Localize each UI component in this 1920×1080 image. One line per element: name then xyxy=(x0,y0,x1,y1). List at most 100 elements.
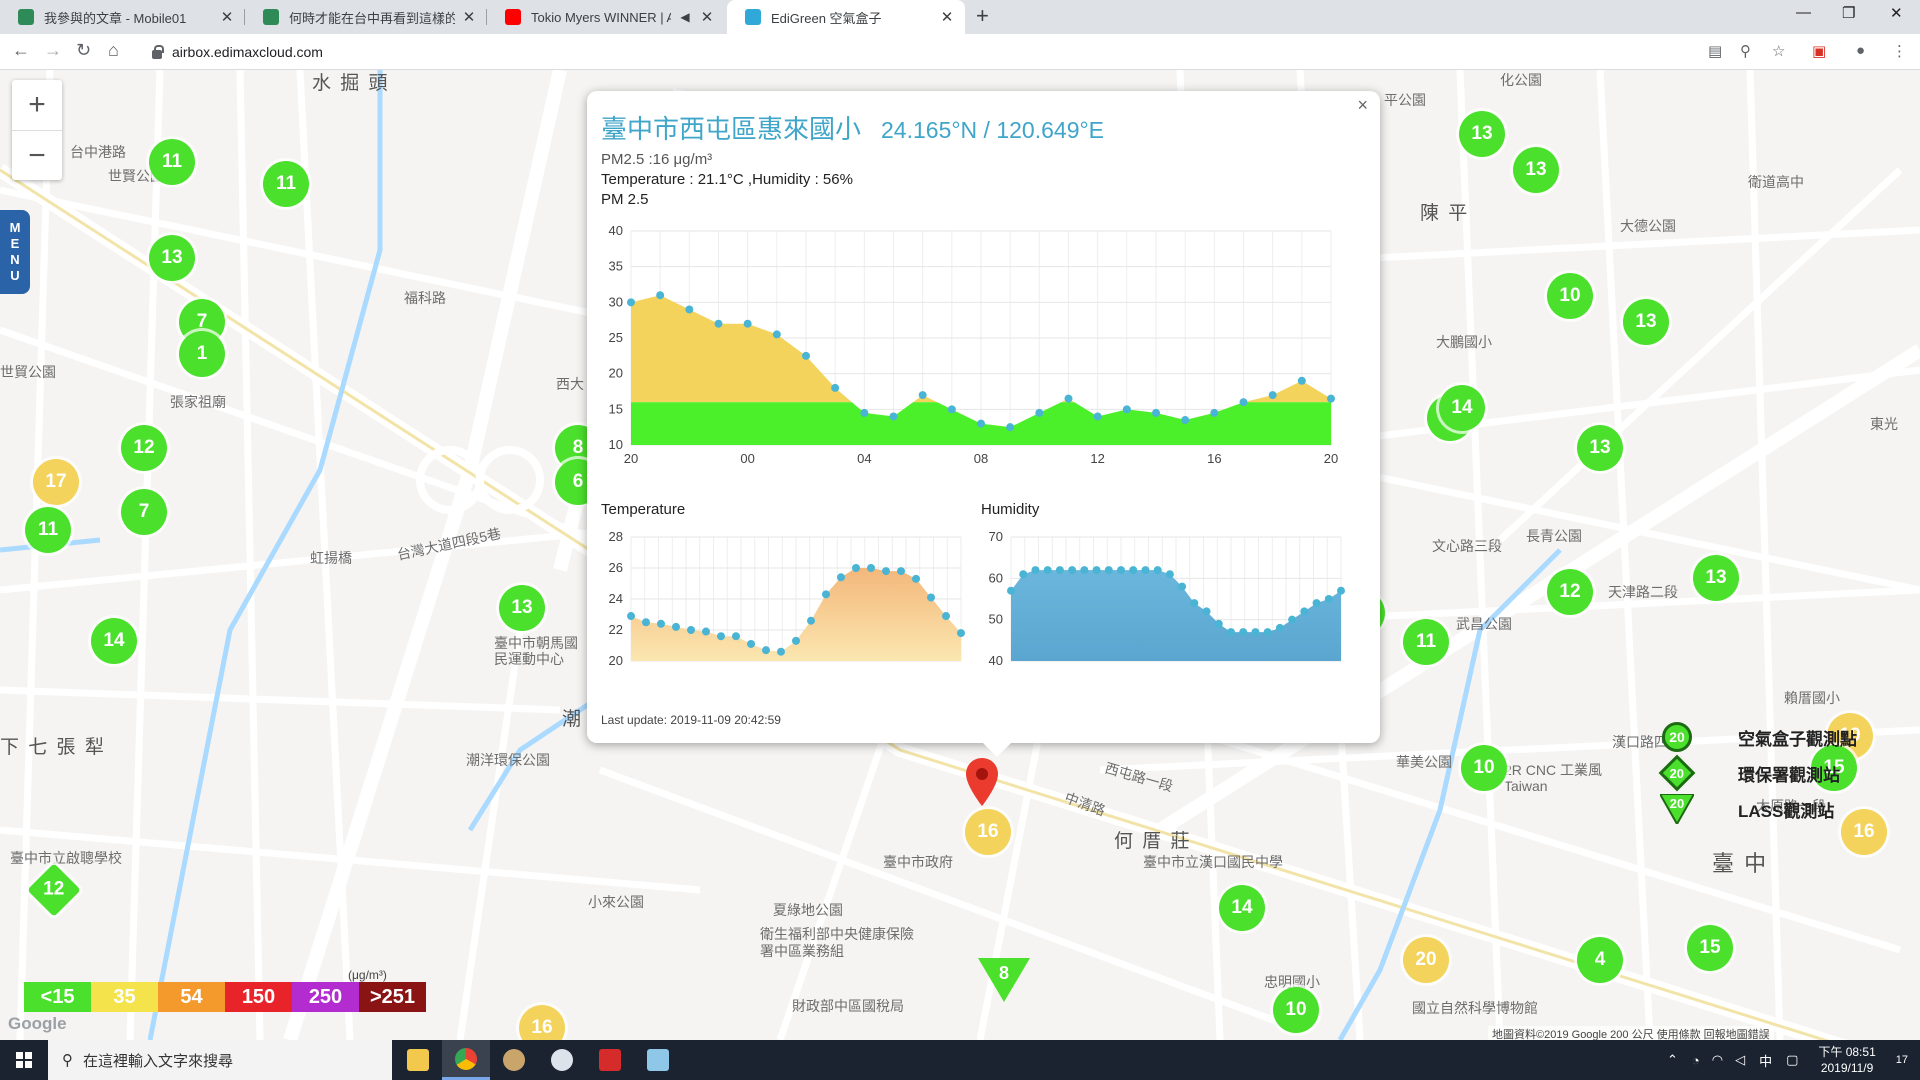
data-point[interactable] xyxy=(1035,408,1044,417)
station-marker[interactable]: 10 xyxy=(1461,745,1507,791)
data-point[interactable] xyxy=(1312,599,1321,608)
data-point[interactable] xyxy=(1202,607,1211,616)
data-point[interactable] xyxy=(831,383,840,392)
station-marker[interactable]: 13 xyxy=(499,585,545,631)
data-point[interactable] xyxy=(1055,566,1064,575)
data-point[interactable] xyxy=(1080,566,1089,575)
station-marker[interactable]: 13 xyxy=(1693,555,1739,601)
taskbar-search[interactable]: ⚲ 在這裡輸入文字來搜尋 xyxy=(48,1040,392,1080)
data-point[interactable] xyxy=(1181,416,1190,425)
data-point[interactable] xyxy=(860,408,869,417)
back-icon[interactable]: ← xyxy=(12,40,30,61)
station-marker[interactable]: 15 xyxy=(1687,925,1733,971)
station-marker[interactable]: 11 xyxy=(263,161,309,207)
data-point[interactable] xyxy=(1239,628,1248,637)
data-point[interactable] xyxy=(912,574,920,583)
station-marker[interactable]: 13 xyxy=(149,235,195,281)
data-point[interactable] xyxy=(822,590,830,599)
map-attribution[interactable]: 地圖資料©2019 Google 200 公尺 使用條款 回報地圖錯誤 xyxy=(1488,1026,1774,1040)
data-point[interactable] xyxy=(1165,570,1174,579)
station-marker[interactable]: 1 xyxy=(179,331,225,377)
station-marker[interactable]: 16 xyxy=(1841,809,1887,855)
data-point[interactable] xyxy=(672,622,680,631)
data-point[interactable] xyxy=(852,564,860,572)
station-marker[interactable]: 14 xyxy=(91,618,137,664)
taskbar-app-3[interactable] xyxy=(490,1040,538,1080)
taskbar-app-6[interactable] xyxy=(634,1040,682,1080)
data-point[interactable] xyxy=(1152,408,1160,417)
data-point[interactable] xyxy=(1239,398,1248,407)
data-point[interactable] xyxy=(927,593,935,602)
address-bar[interactable]: airbox.edimaxcloud.com xyxy=(140,38,1680,66)
data-point[interactable] xyxy=(947,405,956,414)
data-point[interactable] xyxy=(807,616,815,625)
station-marker[interactable]: 14 xyxy=(1439,385,1485,431)
station-marker[interactable]: 7 xyxy=(121,489,167,535)
tab-mobile01[interactable]: 我參與的文章 - Mobile01 ✕ xyxy=(0,0,245,34)
data-point[interactable] xyxy=(1104,566,1113,575)
data-point[interactable] xyxy=(1275,623,1284,632)
restore-icon[interactable]: ❐ xyxy=(1842,4,1855,22)
volume-icon[interactable]: ◁ xyxy=(1735,1052,1745,1068)
tab-close-icon[interactable]: ✕ xyxy=(699,8,715,26)
data-point[interactable] xyxy=(627,612,635,621)
data-point[interactable] xyxy=(1006,423,1015,432)
data-point[interactable] xyxy=(1141,566,1150,575)
station-marker[interactable]: 11 xyxy=(1403,619,1449,665)
tab-youtube[interactable]: Tokio Myers WINNER | ALL ◀︎ ✕ xyxy=(487,0,725,34)
tab-close-icon[interactable]: ✕ xyxy=(219,8,235,26)
forward-icon[interactable]: → xyxy=(44,40,62,61)
station-marker[interactable]: 4 xyxy=(1577,937,1623,983)
data-point[interactable] xyxy=(1300,607,1309,616)
taskbar-clock[interactable]: 下午 08:51 2019/11/9 xyxy=(1818,1044,1875,1076)
data-point[interactable] xyxy=(837,573,845,582)
data-point[interactable] xyxy=(1210,408,1219,417)
station-marker[interactable]: 20 xyxy=(1403,937,1449,983)
data-point[interactable] xyxy=(1324,595,1333,603)
window-close-icon[interactable]: ✕ xyxy=(1890,4,1903,22)
taskbar-app-5[interactable] xyxy=(586,1040,634,1080)
profile-icon[interactable]: ● xyxy=(1856,42,1865,59)
station-marker[interactable]: 12 xyxy=(121,425,167,471)
new-tab-icon[interactable]: + xyxy=(976,3,989,29)
data-point[interactable] xyxy=(1068,566,1077,575)
station-marker[interactable]: 11 xyxy=(25,507,71,553)
data-point[interactable] xyxy=(1043,566,1052,575)
data-point[interactable] xyxy=(743,319,752,328)
data-point[interactable] xyxy=(889,412,898,421)
data-point[interactable] xyxy=(1092,566,1101,575)
ime-indicator[interactable]: 中 xyxy=(1759,1051,1772,1070)
data-point[interactable] xyxy=(1297,376,1306,385)
data-point[interactable] xyxy=(717,632,725,641)
data-point[interactable] xyxy=(1227,628,1235,637)
speaker-icon[interactable]: ◀︎ xyxy=(677,10,693,24)
data-point[interactable] xyxy=(1251,628,1260,637)
data-point[interactable] xyxy=(627,298,635,307)
data-point[interactable] xyxy=(867,564,875,572)
data-point[interactable] xyxy=(772,330,781,339)
station-marker[interactable]: 12 xyxy=(1547,569,1593,615)
data-point[interactable] xyxy=(1031,566,1040,575)
data-point[interactable] xyxy=(918,391,927,400)
data-point[interactable] xyxy=(942,612,950,621)
station-marker[interactable]: 10 xyxy=(1547,273,1593,319)
data-point[interactable] xyxy=(1190,599,1199,608)
taskbar-app-4[interactable] xyxy=(538,1040,586,1080)
data-point[interactable] xyxy=(1153,566,1162,575)
data-point[interactable] xyxy=(1007,586,1015,595)
lass-station-marker[interactable]: 8 xyxy=(978,958,1030,1004)
data-point[interactable] xyxy=(1178,582,1187,591)
reload-icon[interactable]: ↻ xyxy=(76,40,91,61)
data-point[interactable] xyxy=(656,291,665,300)
data-point[interactable] xyxy=(777,647,785,656)
translate-icon[interactable]: ▤ xyxy=(1708,42,1722,60)
data-point[interactable] xyxy=(977,419,985,428)
taskbar-chrome[interactable] xyxy=(442,1040,490,1080)
station-marker[interactable]: 10 xyxy=(1273,987,1319,1033)
data-point[interactable] xyxy=(1122,405,1131,414)
station-marker[interactable]: 11 xyxy=(149,139,195,185)
station-marker[interactable]: 13 xyxy=(1577,425,1623,471)
bookmark-star-icon[interactable]: ☆ xyxy=(1772,42,1785,60)
tab-mobile01-blue-sky[interactable]: 何時才能在台中再看到這樣的藍天 ✕ xyxy=(245,0,487,34)
data-point[interactable] xyxy=(732,632,740,641)
